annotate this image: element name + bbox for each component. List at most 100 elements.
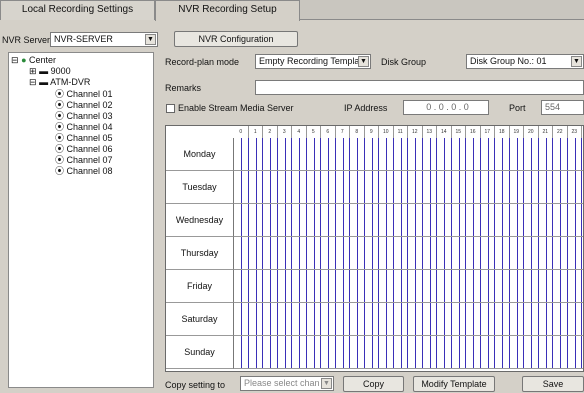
schedule-half-slot-line[interactable] (429, 138, 431, 170)
schedule-half-slot-line[interactable] (545, 138, 547, 170)
schedule-slot-line[interactable] (407, 336, 408, 368)
schedule-slot-line[interactable] (494, 336, 495, 368)
schedule-slot-line[interactable] (581, 237, 582, 269)
schedule-slot-line[interactable] (465, 336, 466, 368)
schedule-slot-line[interactable] (581, 303, 582, 335)
schedule-slot-line[interactable] (436, 171, 437, 203)
schedule-half-slot-line[interactable] (516, 270, 518, 302)
tab-nvr-recording-setup[interactable]: NVR Recording Setup (155, 0, 300, 21)
schedule-slot-line[interactable] (291, 270, 292, 302)
schedule-half-slot-line[interactable] (371, 237, 373, 269)
schedule-slot-line[interactable] (581, 336, 582, 368)
schedule-slot-line[interactable] (276, 138, 278, 170)
schedule-slot-line[interactable] (566, 237, 568, 269)
schedule-slot-line[interactable] (479, 138, 481, 170)
schedule-slot-line[interactable] (552, 204, 553, 236)
schedule-half-slot-line[interactable] (371, 138, 373, 170)
schedule-half-slot-line[interactable] (458, 237, 460, 269)
schedule-slot-line[interactable] (494, 303, 495, 335)
schedule-slot-line[interactable] (450, 171, 452, 203)
schedule-slot-line[interactable] (494, 237, 495, 269)
schedule-slot-line[interactable] (552, 336, 553, 368)
schedule-slot-line[interactable] (552, 270, 553, 302)
schedule-slot-line[interactable] (566, 171, 568, 203)
schedule-half-slot-line[interactable] (284, 138, 286, 170)
schedule-slot-line[interactable] (552, 237, 553, 269)
schedule-slot-line[interactable] (392, 171, 394, 203)
schedule-half-slot-line[interactable] (328, 270, 330, 302)
schedule-half-slot-line[interactable] (299, 237, 301, 269)
tab-local-recording-settings[interactable]: Local Recording Settings (0, 0, 155, 20)
schedule-slot-line[interactable] (349, 303, 350, 335)
schedule-half-slot-line[interactable] (545, 171, 547, 203)
schedule-half-slot-line[interactable] (531, 270, 533, 302)
schedule-slot-line[interactable] (392, 303, 394, 335)
schedule-slot-line[interactable] (291, 303, 292, 335)
schedule-slot-line[interactable] (349, 204, 350, 236)
schedule-slot-line[interactable] (262, 237, 263, 269)
schedule-slot-line[interactable] (247, 171, 249, 203)
schedule-slot-line[interactable] (494, 204, 495, 236)
schedule-slot-line[interactable] (436, 336, 437, 368)
schedule-half-slot-line[interactable] (284, 336, 286, 368)
schedule-half-slot-line[interactable] (313, 138, 315, 170)
schedule-half-slot-line[interactable] (400, 303, 402, 335)
schedule-half-slot-line[interactable] (560, 204, 562, 236)
schedule-slot-line[interactable] (581, 171, 582, 203)
schedule-slot-line[interactable] (247, 270, 249, 302)
schedule-half-slot-line[interactable] (429, 204, 431, 236)
schedule-slot-line[interactable] (523, 171, 524, 203)
schedule-slot-line[interactable] (552, 303, 553, 335)
schedule-half-slot-line[interactable] (299, 204, 301, 236)
schedule-half-slot-line[interactable] (415, 303, 417, 335)
schedule-half-slot-line[interactable] (458, 138, 460, 170)
schedule-slot-line[interactable] (465, 138, 466, 170)
schedule-slot-line[interactable] (407, 237, 408, 269)
schedule-half-slot-line[interactable] (429, 336, 431, 368)
schedule-slot-line[interactable] (407, 171, 408, 203)
schedule-half-slot-line[interactable] (255, 171, 257, 203)
schedule-half-slot-line[interactable] (487, 138, 489, 170)
schedule-slot-line[interactable] (523, 138, 524, 170)
schedule-slot-line[interactable] (305, 336, 307, 368)
schedule-slot-line[interactable] (537, 270, 539, 302)
schedule-half-slot-line[interactable] (357, 270, 359, 302)
schedule-slot-line[interactable] (363, 270, 365, 302)
schedule-slot-line[interactable] (479, 270, 481, 302)
schedule-half-slot-line[interactable] (357, 237, 359, 269)
schedule-slot-line[interactable] (537, 336, 539, 368)
schedule-half-slot-line[interactable] (270, 270, 272, 302)
schedule-half-slot-line[interactable] (386, 270, 388, 302)
schedule-slot-line[interactable] (276, 171, 278, 203)
schedule-slot-line[interactable] (407, 303, 408, 335)
schedule-half-slot-line[interactable] (473, 303, 475, 335)
schedule-half-slot-line[interactable] (458, 171, 460, 203)
schedule-half-slot-line[interactable] (531, 138, 533, 170)
schedule-slot-line[interactable] (247, 303, 249, 335)
schedule-half-slot-line[interactable] (487, 204, 489, 236)
schedule-half-slot-line[interactable] (386, 237, 388, 269)
schedule-half-slot-line[interactable] (444, 303, 446, 335)
schedule-slot-line[interactable] (334, 171, 336, 203)
schedule-half-slot-line[interactable] (299, 138, 301, 170)
schedule-half-slot-line[interactable] (444, 171, 446, 203)
schedule-slot-line[interactable] (378, 270, 379, 302)
schedule-slot-line[interactable] (291, 336, 292, 368)
disk-group-select[interactable]: Disk Group No.: 01 ▼ (466, 54, 584, 69)
schedule-half-slot-line[interactable] (574, 138, 576, 170)
schedule-half-slot-line[interactable] (342, 303, 344, 335)
schedule-slot-line[interactable] (276, 336, 278, 368)
schedule-half-slot-line[interactable] (415, 270, 417, 302)
schedule-half-slot-line[interactable] (487, 171, 489, 203)
schedule-slot-line[interactable] (523, 270, 524, 302)
collapse-icon[interactable]: ⊟ (29, 77, 37, 87)
schedule-half-slot-line[interactable] (270, 171, 272, 203)
schedule-half-slot-line[interactable] (473, 270, 475, 302)
schedule-slot-line[interactable] (276, 270, 278, 302)
ip-address-input[interactable]: 0 . 0 . 0 . 0 (403, 100, 489, 115)
schedule-slot-line[interactable] (450, 336, 452, 368)
schedule-half-slot-line[interactable] (502, 270, 504, 302)
schedule-half-slot-line[interactable] (560, 138, 562, 170)
schedule-half-slot-line[interactable] (255, 336, 257, 368)
schedule-half-slot-line[interactable] (415, 336, 417, 368)
